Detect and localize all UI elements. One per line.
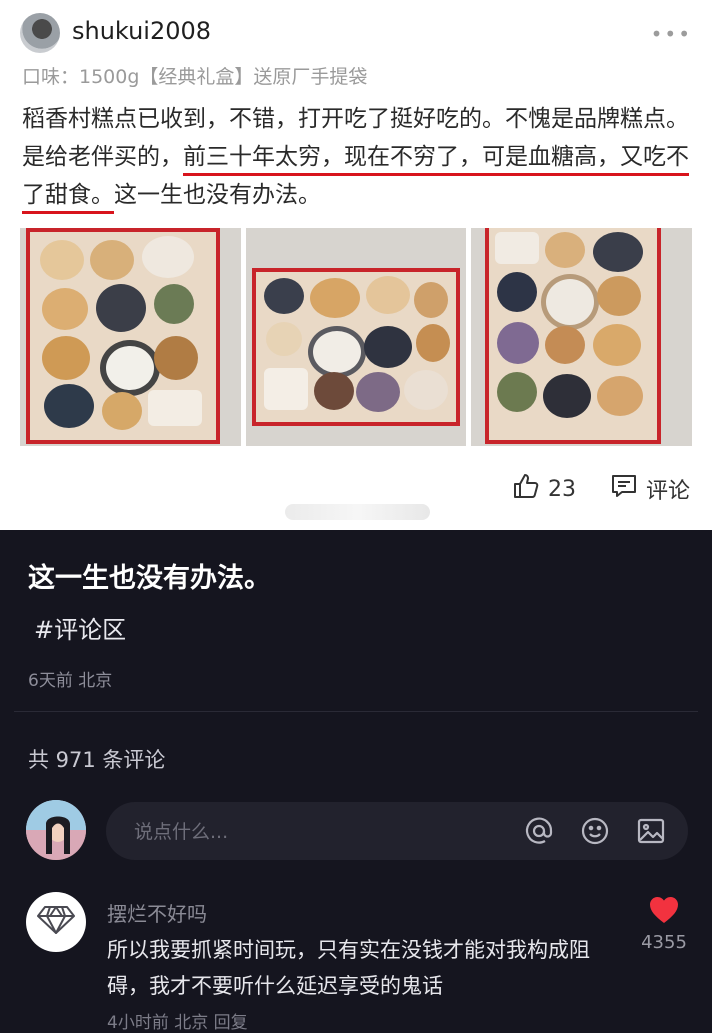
review-text: 稻香村糕点已收到，不错，打开吃了挺好吃的。不愧是品牌糕点。是给老伴买的，前三十年… bbox=[22, 100, 694, 214]
comment-text: 所以我要抓紧时间玩，只有实在没钱才能对我构成阻碍，我才不要听什么延迟享受的鬼话 bbox=[107, 938, 590, 998]
comment-icon bbox=[610, 472, 638, 506]
avatar[interactable] bbox=[26, 800, 86, 860]
review-photo[interactable] bbox=[471, 228, 693, 446]
comment-button[interactable]: 评论 bbox=[610, 472, 690, 506]
like-count: 23 bbox=[547, 476, 576, 502]
review-photo[interactable] bbox=[245, 228, 467, 446]
more-dots-icon[interactable]: ••• bbox=[651, 24, 692, 44]
diamond-icon bbox=[37, 905, 75, 939]
like-button[interactable]: 23 bbox=[512, 472, 576, 506]
review-card: shukui2008 ••• 口味：1500g【经典礼盒】送原厂手提袋 稻香村糕… bbox=[0, 0, 712, 530]
hashtag-link[interactable]: #评论区 bbox=[34, 610, 126, 645]
image-icon[interactable] bbox=[636, 816, 666, 846]
watermark bbox=[285, 504, 430, 520]
review-photo[interactable] bbox=[20, 228, 241, 446]
divider bbox=[14, 711, 698, 712]
comment-input[interactable] bbox=[132, 802, 496, 862]
comment-like-count: 4355 bbox=[641, 932, 687, 953]
review-photos bbox=[20, 228, 693, 446]
gift-box bbox=[26, 228, 220, 444]
comment-count: 共 971 条评论 bbox=[28, 748, 166, 772]
gift-box bbox=[485, 228, 662, 444]
comment-label: 评论 bbox=[645, 479, 690, 504]
post-meta: 6天前 北京 bbox=[28, 671, 113, 691]
emoji-icon[interactable] bbox=[580, 816, 610, 846]
reviewer-username[interactable]: shukui2008 bbox=[72, 17, 211, 45]
commenter-avatar[interactable] bbox=[26, 892, 86, 952]
gift-box bbox=[251, 268, 460, 426]
product-variant: 口味：1500g【经典礼盒】送原厂手提袋 bbox=[22, 66, 368, 88]
review-text-part2: 这一生也没有办法。 bbox=[114, 182, 321, 208]
at-icon[interactable] bbox=[524, 816, 554, 846]
comment-input-box bbox=[106, 802, 688, 862]
thumbs-up-icon bbox=[512, 472, 540, 506]
commenter-username[interactable]: 摆烂不好吗 bbox=[107, 898, 207, 927]
comment-like-button[interactable]: 4355 bbox=[636, 896, 692, 953]
input-toolbar bbox=[524, 816, 666, 846]
reviewer-avatar[interactable] bbox=[20, 13, 60, 53]
comment-section: 这一生也没有办法。 #评论区 6天前 北京 共 971 条评论 说点什么... … bbox=[0, 530, 712, 1033]
heart-icon bbox=[649, 897, 679, 928]
review-actions: 23 评论 bbox=[512, 472, 690, 506]
post-title: 这一生也没有办法。 bbox=[28, 563, 271, 594]
comment-meta[interactable]: 4小时前 北京 回复 bbox=[107, 1008, 248, 1033]
